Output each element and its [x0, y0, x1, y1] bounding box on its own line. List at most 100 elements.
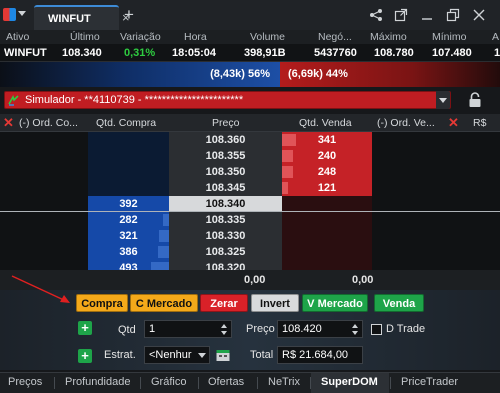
- buy-level-row[interactable]: 108.330 321: [0, 228, 500, 244]
- header-ord-compra[interactable]: (-) Ord. Co...: [19, 117, 78, 129]
- header-variacao[interactable]: Variação: [120, 31, 161, 43]
- restore-icon[interactable]: [446, 8, 460, 22]
- sell-level-row[interactable]: 108.350 248: [0, 164, 500, 180]
- header-negocios[interactable]: Negó...: [318, 31, 352, 43]
- price-cell[interactable]: 108.360: [169, 132, 282, 148]
- account-dropdown-icon[interactable]: [436, 91, 450, 109]
- quote-min: 107.480: [432, 47, 472, 59]
- add-tab-icon[interactable]: +: [124, 6, 134, 23]
- header-volume[interactable]: Volume: [250, 31, 285, 43]
- quote-row[interactable]: WINFUT 108.340 0,31% 18:05:04 398,91B 54…: [0, 44, 500, 62]
- sell-pressure-bar: (6,69k) 44%: [280, 62, 500, 87]
- sell-qty-cell[interactable]: 121: [282, 180, 372, 196]
- buy-level-row[interactable]: 108.325 386: [0, 244, 500, 260]
- buy-button[interactable]: Compra: [76, 294, 128, 312]
- lock-icon[interactable]: [468, 91, 482, 109]
- tab-label: WINFUT: [48, 13, 91, 25]
- quantity-spin-icon[interactable]: [219, 323, 229, 336]
- tab-ofertas[interactable]: Ofertas: [208, 376, 244, 388]
- sell-button[interactable]: Venda: [374, 294, 424, 312]
- day-trade-checkbox[interactable]: [371, 324, 382, 335]
- spread-divider: [0, 211, 500, 212]
- app-logo-icon[interactable]: [3, 8, 16, 21]
- chevron-down-icon[interactable]: [18, 11, 26, 16]
- account-row: Simulador - **4110739 - ****************…: [0, 87, 500, 114]
- close-icon[interactable]: [472, 8, 486, 22]
- strategy-value: <Nenhur: [149, 349, 192, 361]
- tab-pricetrader[interactable]: PriceTrader: [401, 376, 458, 388]
- cancel-buy-orders-icon[interactable]: ✕: [3, 115, 14, 131]
- sell-depth-bar: [282, 150, 293, 162]
- quote-max: 108.780: [374, 47, 414, 59]
- invert-position-button[interactable]: Invert: [251, 294, 299, 312]
- sell-total: 0,00: [352, 274, 374, 286]
- sell-qty-cell[interactable]: 240: [282, 148, 372, 164]
- price-ladder[interactable]: 108.360 341 108.355 240 108.350 248 108.345 121…: [0, 132, 500, 270]
- price-cell[interactable]: 108.355: [169, 148, 282, 164]
- account-select[interactable]: Simulador - **4110739 - ****************…: [4, 91, 451, 109]
- add-quantity-icon[interactable]: +: [78, 321, 92, 335]
- buy-qty-cell[interactable]: 321: [88, 228, 169, 244]
- minimize-icon[interactable]: [420, 8, 434, 22]
- header-preco[interactable]: Preço: [212, 117, 239, 129]
- header-ultimo[interactable]: Último: [70, 31, 100, 43]
- price-cell[interactable]: 108.335: [169, 212, 282, 228]
- tab-profundidade[interactable]: Profundidade: [65, 376, 130, 388]
- sell-level-row[interactable]: 108.355 240: [0, 148, 500, 164]
- header-maximo[interactable]: Máximo: [370, 31, 407, 43]
- buy-level-row[interactable]: 108.335 282: [0, 212, 500, 228]
- header-minimo[interactable]: Mínimo: [432, 31, 466, 43]
- price-cell[interactable]: 108.350: [169, 164, 282, 180]
- quote-time: 18:05:04: [172, 47, 217, 59]
- price-cell[interactable]: 108.320: [169, 260, 282, 270]
- sell-level-row[interactable]: 108.345 121: [0, 180, 500, 196]
- strategy-label: Estrat.: [104, 349, 136, 361]
- last-price-cell[interactable]: 108.340: [169, 196, 282, 212]
- price-cell[interactable]: 108.325: [169, 244, 282, 260]
- sell-market-button[interactable]: V Mercado: [302, 294, 368, 312]
- buy-qty-cell[interactable]: 386: [88, 244, 169, 260]
- zero-position-button[interactable]: Zerar: [200, 294, 248, 312]
- buy-pressure-bar: (8,43k) 56%: [0, 62, 280, 87]
- total-value: R$ 21.684,00: [282, 349, 349, 361]
- quote-last: 108.340: [62, 47, 102, 59]
- header-ativo[interactable]: Ativo: [6, 31, 29, 43]
- sell-depth-bar: [282, 134, 296, 146]
- buy-level-row[interactable]: 108.320 493: [0, 260, 500, 270]
- bottom-tabs: Preços Profundidade Gráfico Ofertas NeTr…: [0, 372, 500, 393]
- buy-level-row[interactable]: 108.340 392: [0, 196, 500, 212]
- header-hora[interactable]: Hora: [184, 31, 207, 43]
- buy-qty-cell[interactable]: 392: [88, 196, 169, 212]
- header-qtd-compra[interactable]: Qtd. Compra: [96, 117, 156, 129]
- tab-superdom[interactable]: SuperDOM: [321, 376, 378, 388]
- add-strategy-icon[interactable]: +: [78, 349, 92, 363]
- tab-precos[interactable]: Preços: [8, 376, 42, 388]
- quantity-stepper[interactable]: 1: [144, 320, 232, 338]
- share-icon[interactable]: [369, 8, 383, 22]
- price-stepper[interactable]: 108.420: [277, 320, 363, 338]
- totals-row: 0,00 0,00: [0, 270, 500, 290]
- buy-depth-bar: [163, 214, 169, 226]
- external-window-icon[interactable]: [394, 8, 408, 22]
- quote-extra: 1: [494, 47, 500, 59]
- header-a[interactable]: A: [492, 31, 499, 43]
- sell-level-row[interactable]: 108.360 341: [0, 132, 500, 148]
- price-spin-icon[interactable]: [350, 323, 360, 336]
- tab-grafico[interactable]: Gráfico: [151, 376, 186, 388]
- price-cell[interactable]: 108.345: [169, 180, 282, 196]
- price-value: 108.420: [282, 323, 322, 335]
- tab-netrix[interactable]: NeTrix: [268, 376, 300, 388]
- buy-market-button[interactable]: C Mercado: [130, 294, 198, 312]
- header-rs[interactable]: R$: [473, 117, 486, 129]
- header-ord-venda[interactable]: (-) Ord. Ve...: [377, 117, 435, 129]
- strategy-calendar-icon[interactable]: [215, 347, 231, 363]
- strategy-select[interactable]: <Nenhur: [144, 346, 210, 364]
- tab-winfut[interactable]: WINFUT ×: [34, 5, 130, 30]
- quote-volume: 398,91B: [244, 47, 286, 59]
- header-qtd-venda[interactable]: Qtd. Venda: [299, 117, 352, 129]
- cancel-sell-orders-icon[interactable]: ✕: [448, 115, 459, 131]
- sell-depth-bar: [282, 166, 293, 178]
- price-cell[interactable]: 108.330: [169, 228, 282, 244]
- buy-qty-cell[interactable]: 282: [88, 212, 169, 228]
- sell-qty-cell[interactable]: 248: [282, 164, 372, 180]
